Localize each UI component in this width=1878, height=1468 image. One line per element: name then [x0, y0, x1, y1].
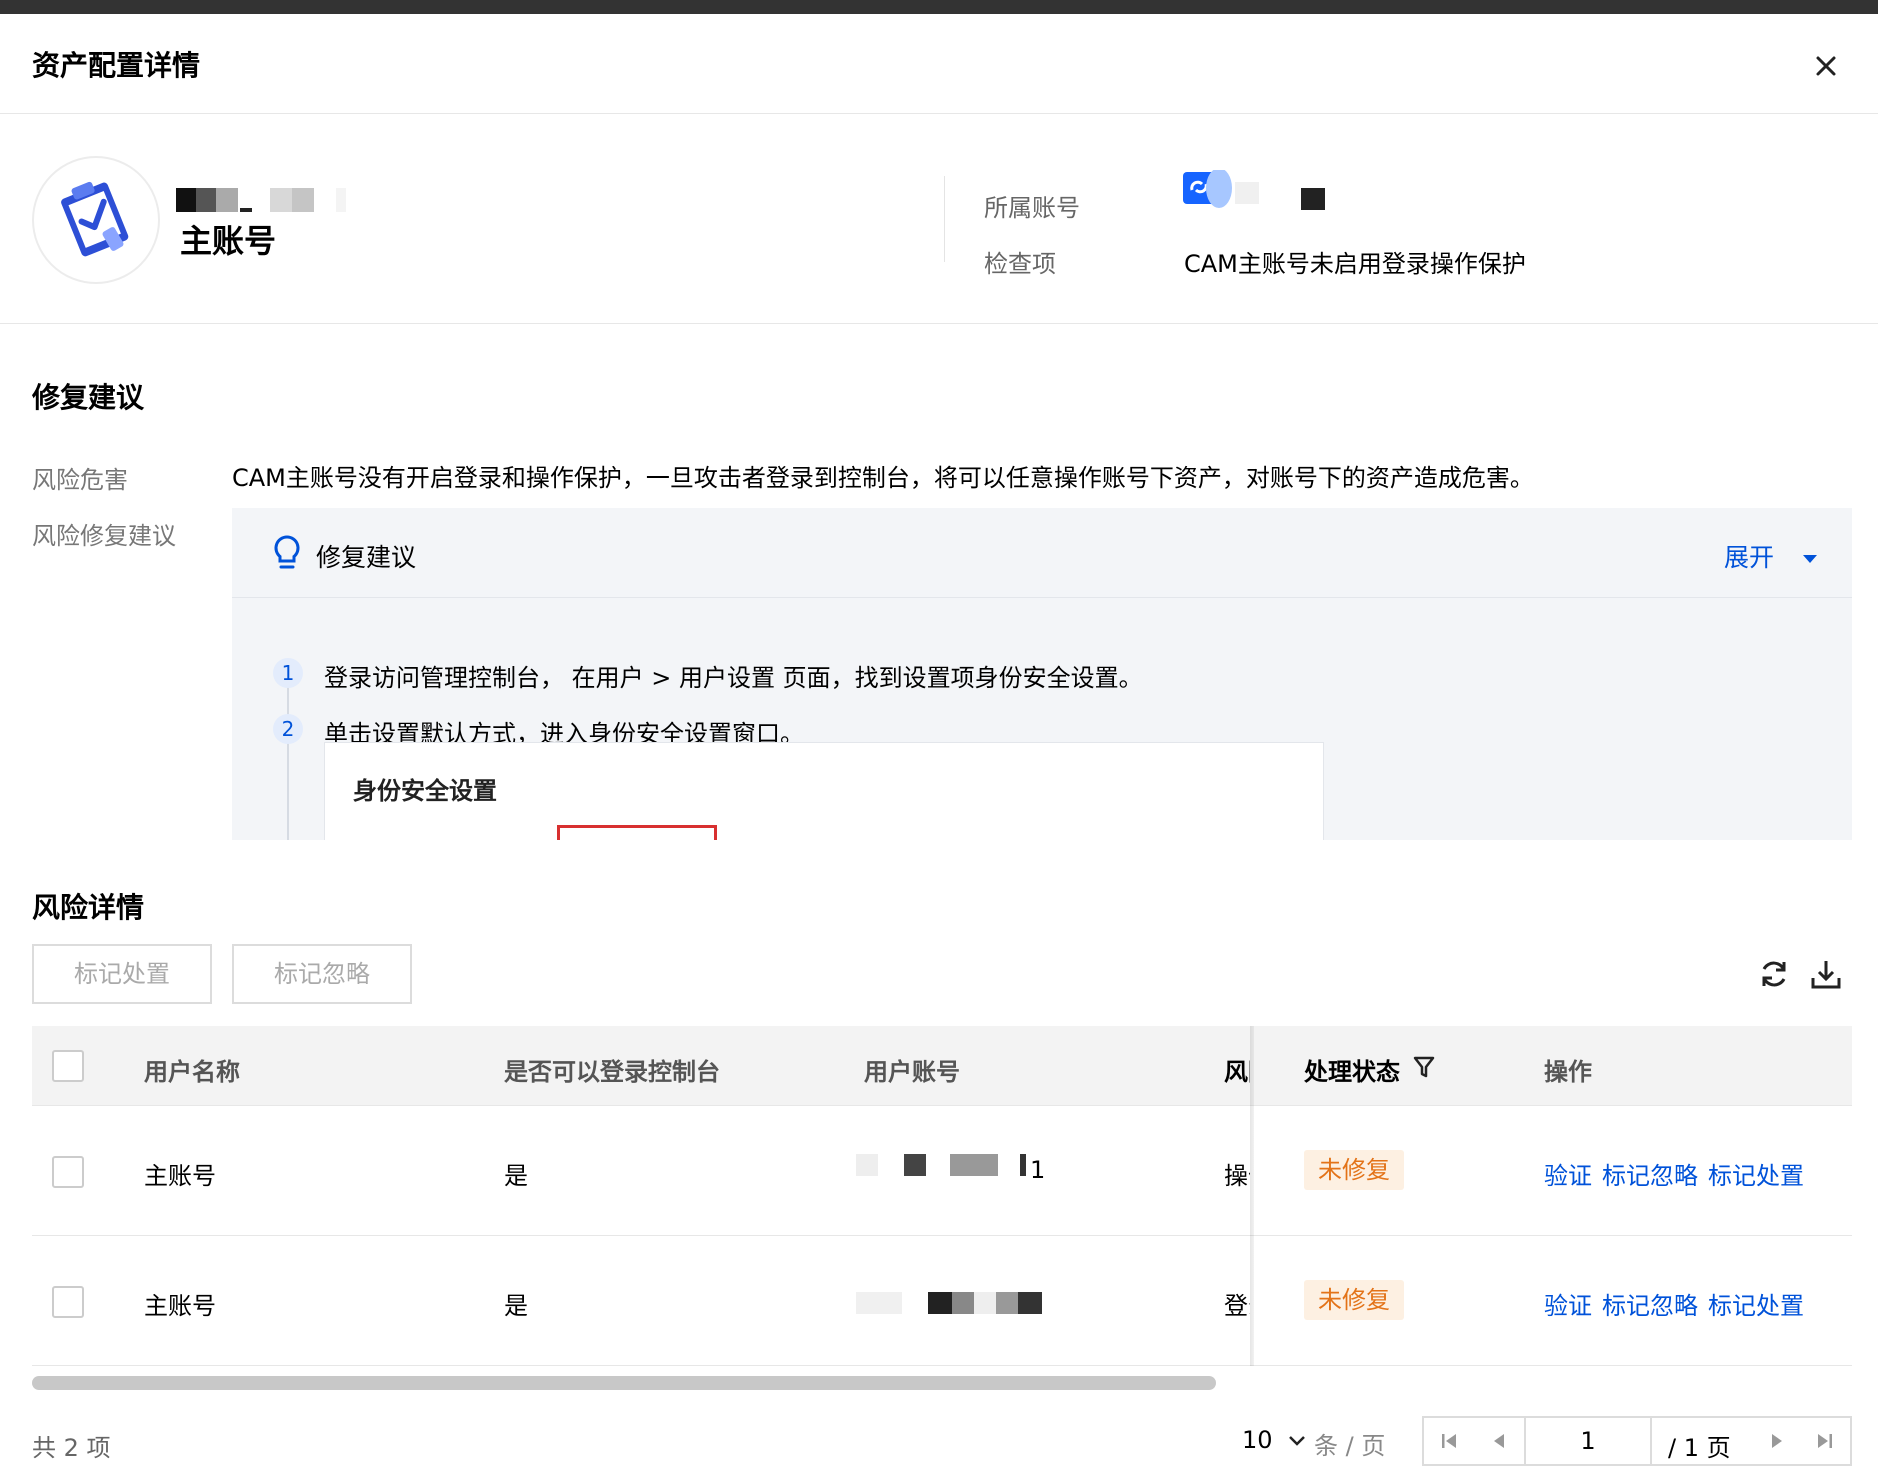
cell-account-suffix: 1	[1030, 1156, 1046, 1184]
column-header-status: 处理状态	[1304, 1058, 1400, 1086]
risk-details-section-title: 风险详情	[32, 891, 145, 924]
mark-handled-link[interactable]: 标记处置	[1708, 1156, 1804, 1191]
fixed-right-columns: 处理状态 操作 未修复 验证 标记忽略 标记处置 未修复 验证 标记忽略 标记处…	[1254, 1026, 1852, 1366]
download-icon[interactable]	[1808, 956, 1844, 992]
status-badge: 未修复	[1304, 1280, 1404, 1320]
risk-fix-label: 风险修复建议	[32, 522, 176, 550]
summary-divider	[944, 176, 945, 262]
current-page-input[interactable]: 1	[1524, 1418, 1652, 1464]
prev-page-icon[interactable]	[1474, 1418, 1524, 1464]
asset-config-detail-dialog: 资产配置详情 主账号 所属账号 检查项 CAM主账号未启用登录操作保护 修复建议…	[0, 14, 1878, 1466]
owner-account-value	[1183, 170, 1325, 210]
expand-toggle[interactable]: 展开	[1724, 538, 1818, 574]
column-header-console-login: 是否可以登录控制台	[504, 1058, 720, 1086]
guide-highlight-box	[557, 825, 717, 840]
chevron-down-icon	[1289, 1436, 1306, 1446]
fixed-row: 未修复 验证 标记忽略 标记处置	[1254, 1106, 1852, 1236]
fixed-row: 未修复 验证 标记忽略 标记处置	[1254, 1236, 1852, 1366]
cell-user-name: 主账号	[144, 1292, 216, 1320]
dialog-title: 资产配置详情	[32, 49, 201, 82]
asset-avatar	[32, 156, 160, 284]
column-header-risk: 风险	[1224, 1058, 1250, 1086]
masked-user-account	[856, 1292, 1042, 1314]
steps-connector	[287, 674, 289, 840]
total-count: 共 2 项	[32, 1434, 111, 1462]
risk-details-table: 用户名称 是否可以登录控制台 用户账号 风险 主账号 是 1 操作 主账号 是	[32, 1026, 1852, 1366]
window-top-bar	[0, 0, 1878, 14]
last-page-icon[interactable]	[1800, 1418, 1850, 1464]
mark-ignore-link[interactable]: 标记忽略	[1602, 1286, 1698, 1321]
mark-handled-button[interactable]: 标记处置	[32, 944, 212, 1004]
expand-label: 展开	[1724, 543, 1775, 572]
column-header-actions: 操作	[1544, 1058, 1592, 1086]
guide-screenshot: 身份安全设置	[324, 742, 1324, 840]
row-checkbox[interactable]	[52, 1156, 84, 1188]
step-number: 2	[273, 714, 303, 744]
dialog-header: 资产配置详情	[0, 14, 1878, 114]
status-badge: 未修复	[1304, 1150, 1404, 1190]
cell-console-login: 是	[504, 1162, 528, 1190]
cell-risk: 操作	[1224, 1162, 1250, 1190]
account-type-title: 主账号	[180, 222, 277, 260]
lightbulb-icon	[274, 535, 300, 569]
caret-down-icon	[1802, 555, 1817, 563]
refresh-icon[interactable]	[1756, 956, 1792, 992]
remediation-panel-header: 修复建议 展开	[232, 508, 1852, 598]
check-item-value: CAM主账号未启用登录操作保护	[1184, 250, 1526, 278]
risk-harm-text: CAM主账号没有开启登录和操作保护，一旦攻击者登录到控制台，将可以任意操作账号下…	[232, 464, 1534, 492]
clipboard-check-icon	[61, 181, 129, 257]
column-header-user-name: 用户名称	[144, 1058, 240, 1086]
guide-screenshot-title: 身份安全设置	[353, 777, 497, 805]
step-text: 登录访问管理控制台， 在用户 > 用户设置 页面，找到设置项身份安全设置。	[324, 664, 1143, 692]
remediation-panel: 修复建议 展开 1 登录访问管理控制台， 在用户 > 用户设置 页面，找到设置项…	[232, 508, 1852, 840]
mark-ignore-button[interactable]: 标记忽略	[232, 944, 412, 1004]
fixed-header: 处理状态 操作	[1254, 1026, 1852, 1106]
masked-account-name	[176, 188, 346, 212]
verify-link[interactable]: 验证	[1544, 1286, 1592, 1321]
step-number: 1	[273, 658, 303, 688]
remediation-section-title: 修复建议	[32, 381, 145, 414]
close-icon[interactable]	[1808, 48, 1844, 84]
mark-handled-link[interactable]: 标记处置	[1708, 1286, 1804, 1321]
pager: 1 / 1 页	[1422, 1416, 1852, 1466]
horizontal-scrollbar[interactable]	[32, 1376, 1216, 1390]
select-all-checkbox[interactable]	[52, 1050, 84, 1082]
filter-icon[interactable]	[1412, 1054, 1436, 1080]
cell-console-login: 是	[504, 1292, 528, 1320]
remediation-panel-title: 修复建议	[316, 543, 417, 572]
page-size-select[interactable]: 10	[1242, 1426, 1306, 1454]
page-size-unit: 条 / 页	[1314, 1432, 1386, 1460]
total-pages: / 1 页	[1668, 1434, 1731, 1462]
masked-user-account	[856, 1154, 1026, 1176]
check-item-label: 检查项	[984, 250, 1056, 278]
owner-account-label: 所属账号	[984, 194, 1080, 222]
page-size-value: 10	[1242, 1426, 1273, 1454]
risk-harm-label: 风险危害	[32, 466, 128, 494]
row-checkbox[interactable]	[52, 1286, 84, 1318]
next-page-icon[interactable]	[1752, 1418, 1802, 1464]
first-page-icon[interactable]	[1424, 1418, 1474, 1464]
cell-user-name: 主账号	[144, 1162, 216, 1190]
column-header-user-account: 用户账号	[864, 1058, 960, 1086]
cell-risk: 登录	[1224, 1292, 1250, 1320]
verify-link[interactable]: 验证	[1544, 1156, 1592, 1191]
mark-ignore-link[interactable]: 标记忽略	[1602, 1156, 1698, 1191]
asset-summary: 主账号 所属账号 检查项 CAM主账号未启用登录操作保护	[0, 114, 1878, 324]
